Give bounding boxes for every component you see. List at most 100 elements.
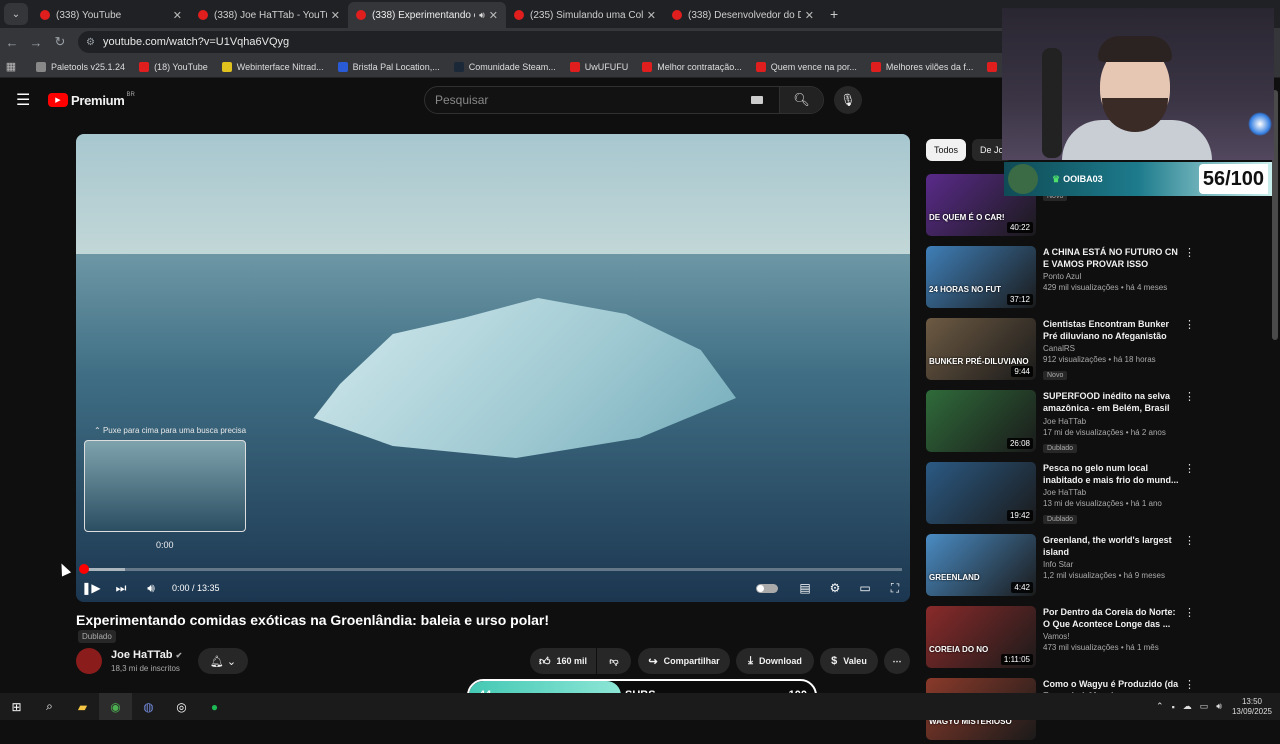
tab-close-icon[interactable]: ✕ (173, 9, 182, 22)
url-field[interactable]: ⚙ youtube.com/watch?v=U1Vqha6VQyg (78, 31, 1018, 53)
next-icon[interactable]: ⏭︎ (106, 581, 136, 596)
channel-avatar[interactable] (76, 648, 102, 674)
volume-tray-icon[interactable]: 🔊︎ (1216, 701, 1222, 712)
recommended-title[interactable]: SUPERFOOD inédito na selva amazônica - e… (1043, 390, 1181, 415)
tray-app-icon[interactable]: ▪ (1172, 702, 1175, 712)
video-thumbnail[interactable]: BUNKER PRÉ-DILUVIANO 9:44 (926, 318, 1036, 380)
recommended-channel[interactable]: Info Star (1043, 560, 1181, 569)
search-box[interactable]: Pesquisar 🔍︎ (424, 86, 824, 114)
thanks-button[interactable]: $ Valeu (820, 648, 878, 674)
progress-bar[interactable] (79, 564, 902, 574)
chrome-icon[interactable]: ◉ (99, 693, 132, 720)
forward-icon[interactable]: → (24, 35, 48, 50)
like-button[interactable]: 👍︎ 160 mil (530, 648, 596, 674)
cloud-icon[interactable]: ☁ (1183, 701, 1192, 712)
autoplay-toggle[interactable] (756, 583, 778, 593)
video-thumbnail[interactable]: 19:42 (926, 462, 1036, 524)
bookmark-item[interactable]: Melhor contratação... (642, 61, 742, 72)
voice-search-button[interactable]: 🎙︎ (834, 86, 862, 114)
recommended-title[interactable]: Por Dentro da Coreia do Norte: O Que Aco… (1043, 606, 1181, 630)
youtube-logo[interactable]: ▶ Premium BR (48, 92, 135, 108)
bookmark-item[interactable]: (18) YouTube (139, 61, 208, 72)
more-vertical-icon[interactable]: ⋮ (1184, 390, 1195, 403)
apps-grid-icon[interactable]: ▦ (0, 60, 22, 73)
bookmark-item[interactable]: Webinterface Nitrad... (221, 61, 324, 72)
recommended-video[interactable]: GREENLAND 4:42 Greenland, the world's larg… (926, 534, 1226, 600)
taskbar-search-icon[interactable]: ⌕ (33, 693, 66, 720)
network-icon[interactable]: ▭ (1200, 701, 1209, 712)
more-vertical-icon[interactable]: ⋮ (1184, 318, 1195, 331)
more-vertical-icon[interactable]: ⋮ (1184, 462, 1195, 475)
chip-all[interactable]: Todos (926, 139, 967, 161)
obs-icon[interactable]: ◎ (165, 693, 198, 720)
reload-icon[interactable]: ↻ (48, 34, 72, 50)
recommended-title[interactable]: Pesca no gelo num local inabitado e mais… (1043, 462, 1181, 486)
browser-tab[interactable]: (235) Simulando uma Colônia d ✕ (506, 2, 664, 28)
browser-tab[interactable]: (338) Desenvolvedor do DayZ e ✕ (664, 2, 822, 28)
recommended-title[interactable]: A CHINA ESTÁ NO FUTURO CN E VAMOS PROVAR… (1043, 246, 1181, 270)
tab-close-icon[interactable]: ✕ (489, 9, 498, 22)
bookmark-item[interactable]: Paletools v25.1.24 (36, 61, 125, 72)
spotify-icon[interactable]: ● (198, 693, 231, 720)
share-button[interactable]: ↪ Compartilhar (638, 648, 730, 674)
video-thumbnail[interactable]: GREENLAND 4:42 (926, 534, 1036, 596)
tray-overflow-icon[interactable]: ⌃ (1156, 701, 1164, 712)
more-vertical-icon[interactable]: ⋮ (1184, 606, 1195, 619)
video-thumbnail[interactable]: 24 HORAS NO FUT 37:12 (926, 246, 1036, 308)
tab-close-icon[interactable]: ✕ (647, 9, 656, 22)
bookmark-item[interactable]: Bristla Pal Location,... (337, 61, 440, 72)
site-info-icon[interactable]: ⚙ (86, 37, 95, 48)
browser-tab[interactable]: (338) Experimentando comi 🔊︎ ✕ (348, 2, 506, 28)
volume-icon[interactable]: 🔊︎ (136, 581, 166, 596)
channel-name[interactable]: Joe HaTTab ✔ (111, 649, 182, 661)
discord-icon[interactable]: ◍ (132, 693, 165, 720)
dislike-button[interactable]: 👎︎ (597, 648, 631, 674)
tab-close-icon[interactable]: ✕ (805, 9, 814, 22)
menu-icon[interactable]: ☰ (16, 90, 32, 110)
recommended-video[interactable]: 26:08 SUPERFOOD inédito na selva amazônic… (926, 390, 1226, 456)
file-explorer-icon[interactable]: ▰ (66, 693, 99, 720)
bookmark-item[interactable]: Quem vence na por... (755, 61, 857, 72)
settings-icon[interactable]: ⚙ (820, 581, 850, 595)
bookmark-item[interactable]: Melhores vilões da f... (870, 61, 973, 72)
new-tab-button[interactable]: + (830, 6, 838, 22)
recommended-video[interactable]: BUNKER PRÉ-DILUVIANO 9:44 Cientistas Encon… (926, 318, 1226, 384)
search-input[interactable]: Pesquisar (425, 93, 751, 107)
windows-start-icon[interactable]: ⊞ (0, 693, 33, 720)
recommended-video[interactable]: 24 HORAS NO FUT 37:12 A CHINA ESTÁ NO FUTU… (926, 246, 1226, 312)
keyboard-icon[interactable] (751, 96, 763, 104)
more-vertical-icon[interactable]: ⋮ (1184, 678, 1195, 691)
recommended-channel[interactable]: Joe HaTTab (1043, 488, 1181, 497)
browser-tab[interactable]: (338) YouTube ✕ (32, 2, 190, 28)
more-vertical-icon[interactable]: ⋮ (1184, 534, 1195, 547)
tab-search-icon[interactable]: ⌄ (4, 3, 28, 25)
recommended-video[interactable]: COREIA DO NO 1:11:05 Por Dentro da Coreia … (926, 606, 1226, 672)
video-player[interactable]: ⌃ Puxe para cima para uma busca precisa … (76, 134, 910, 602)
back-icon[interactable]: ← (0, 35, 24, 50)
recommended-title[interactable]: Greenland, the world's largest island (1043, 534, 1181, 558)
video-thumbnail[interactable]: COREIA DO NO 1:11:05 (926, 606, 1036, 668)
download-button[interactable]: ⤓ Download (736, 648, 814, 674)
theater-mode-icon[interactable]: ▭ (850, 581, 880, 595)
recommended-title[interactable]: Cientistas Encontram Bunker Pré diluvian… (1043, 318, 1181, 342)
recommended-channel[interactable]: Joe HaTTab (1043, 417, 1181, 426)
recommended-channel[interactable]: CanalRS (1043, 344, 1181, 353)
video-thumbnail[interactable]: 26:08 (926, 390, 1036, 452)
play-pause-icon[interactable]: ❚▶ (76, 581, 106, 595)
more-actions-button[interactable]: ⋯ (884, 648, 910, 674)
browser-tab[interactable]: (338) Joe HaTTab - YouTube ✕ (190, 2, 348, 28)
recommended-channel[interactable]: Ponto Azul (1043, 272, 1181, 281)
search-button[interactable]: 🔍︎ (779, 87, 823, 113)
subtitles-icon[interactable]: ▤ (790, 581, 820, 595)
fullscreen-icon[interactable]: ⛶ (880, 581, 910, 596)
bookmark-item[interactable]: UwUFUFU (569, 61, 628, 72)
tab-close-icon[interactable]: ✕ (331, 9, 340, 22)
scrubber-handle[interactable] (79, 564, 89, 574)
notification-bell-button[interactable]: 🔔︎ ⌄ (198, 648, 248, 674)
tab-audio-icon[interactable]: 🔊︎ (479, 10, 485, 21)
recommended-channel[interactable]: Vamos! (1043, 632, 1181, 641)
recommended-video[interactable]: 19:42 Pesca no gelo num local inabitado e… (926, 462, 1226, 528)
more-vertical-icon[interactable]: ⋮ (1184, 246, 1195, 259)
system-clock[interactable]: 13:50 13/09/2025 (1232, 697, 1272, 717)
bookmark-item[interactable]: Comunidade Steam... (453, 61, 556, 72)
